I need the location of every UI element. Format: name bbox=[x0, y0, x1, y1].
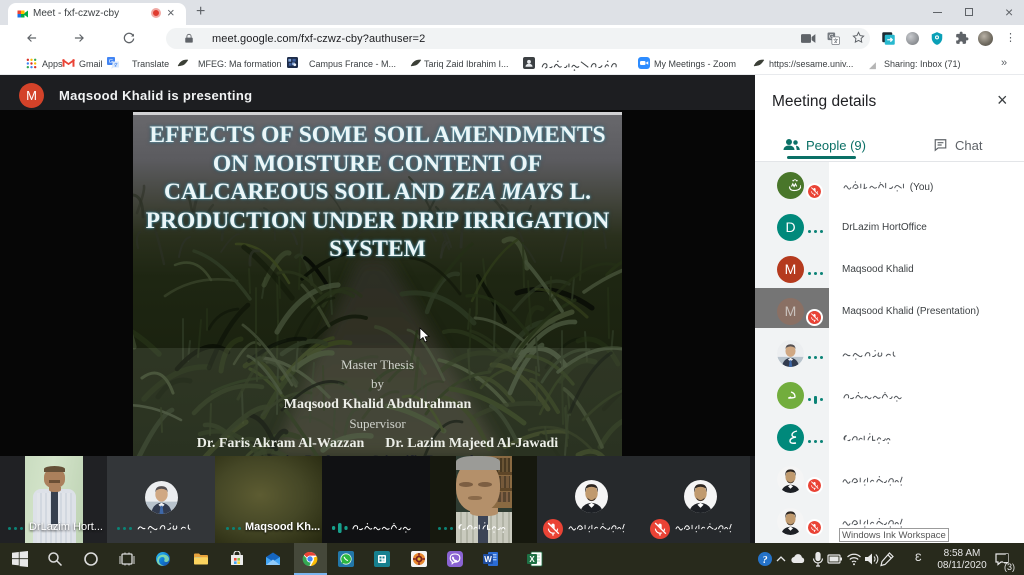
svg-text:X: X bbox=[529, 555, 535, 564]
svg-text:?: ? bbox=[763, 555, 768, 566]
svg-text:W: W bbox=[484, 555, 492, 564]
